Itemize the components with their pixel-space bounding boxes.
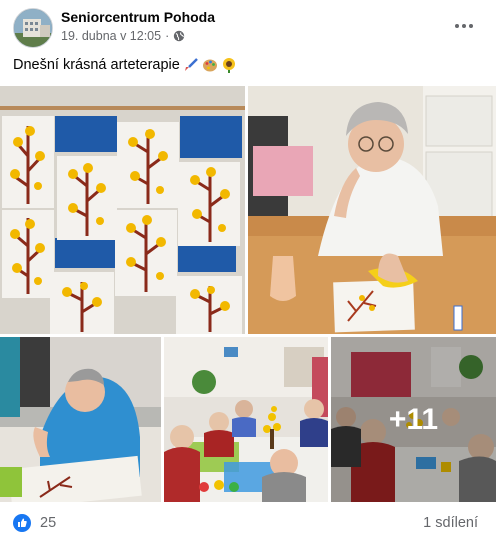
post-footer: 25 1 sdílení	[0, 506, 496, 540]
photo-more[interactable]: +11	[331, 337, 496, 502]
globe-icon	[173, 30, 185, 42]
sunflower-emoji	[221, 57, 237, 73]
post-text: Dnešní krásná arteterapie	[13, 57, 237, 73]
post-date[interactable]: 19. dubna v 12:05	[61, 29, 161, 43]
paintbrush-emoji	[183, 57, 199, 73]
page-avatar[interactable]	[13, 8, 53, 48]
like-count[interactable]: 25	[40, 515, 56, 531]
post-header: Seniorcentrum Pohoda 19. dubna v 12:05 ·	[0, 0, 496, 52]
photo-lady-painting[interactable]	[248, 86, 496, 334]
palette-emoji	[202, 57, 218, 73]
post-message: Dnešní krásná arteterapie	[13, 57, 180, 73]
more-dots-icon	[455, 24, 473, 28]
post-meta: 19. dubna v 12:05 ·	[61, 29, 185, 43]
photo-paintings-wall[interactable]	[0, 86, 245, 334]
more-options-button[interactable]	[450, 12, 478, 40]
photo-man-painting[interactable]	[0, 337, 161, 502]
photo-group-table[interactable]	[164, 337, 328, 502]
more-photos-count[interactable]: +11	[331, 337, 496, 502]
like-reaction-icon[interactable]	[13, 514, 31, 532]
share-count[interactable]: 1 sdílení	[423, 515, 478, 531]
page-name[interactable]: Seniorcentrum Pohoda	[61, 9, 215, 25]
date-separator: ·	[165, 29, 170, 43]
